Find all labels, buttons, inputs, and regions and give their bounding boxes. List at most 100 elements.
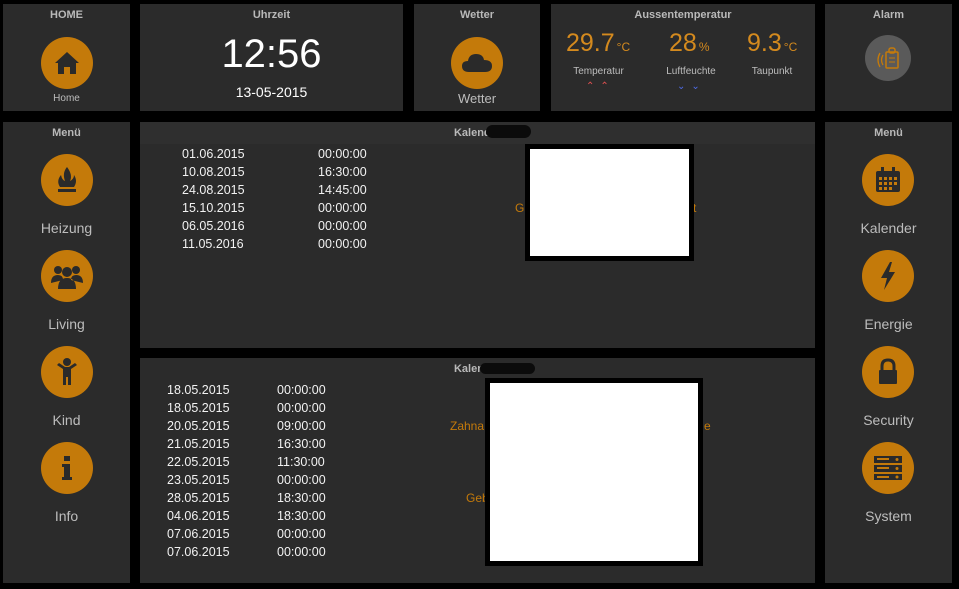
info-button[interactable] xyxy=(41,442,93,494)
humidity-unit: % xyxy=(698,40,710,54)
heizung-button[interactable] xyxy=(41,154,93,206)
child-icon xyxy=(57,358,77,385)
event-time: 00:00:00 xyxy=(318,219,367,233)
event-time: 14:45:00 xyxy=(318,183,367,197)
dewpoint-number: 9.3 xyxy=(747,29,782,57)
kalender-label: Kalender xyxy=(860,220,917,236)
kind-label: Kind xyxy=(52,412,81,428)
dewpoint-label: Taupunkt xyxy=(751,66,793,77)
weather-panel: Wetter Wetter xyxy=(414,4,540,111)
event-time: 18:30:00 xyxy=(277,509,326,523)
temperature-unit: °C xyxy=(616,40,631,54)
temperature-value: 29.7 °C xyxy=(566,29,630,58)
event-date: 28.05.2015 xyxy=(167,491,230,505)
right-menu-title: Menü xyxy=(874,127,903,139)
event-date: 07.06.2015 xyxy=(167,527,230,541)
event-time: 11:30:00 xyxy=(277,455,325,469)
left-menu-panel: Menü Heizung Living Kind Info xyxy=(3,122,130,583)
security-label: Security xyxy=(863,412,914,428)
calendar1-redaction-mark xyxy=(486,125,531,138)
calendar2-title: Kalender xyxy=(453,363,502,375)
temperature-trend-up-icon: ⌃⌃ xyxy=(586,81,615,92)
cloud-icon xyxy=(462,54,492,72)
humidity-label: Luftfeuchte xyxy=(666,66,716,77)
home-button[interactable] xyxy=(41,37,93,89)
home-label: Home xyxy=(53,93,80,104)
event-date: 04.06.2015 xyxy=(167,509,230,523)
info-label: Info xyxy=(54,508,79,524)
temperature-number: 29.7 xyxy=(566,29,615,57)
event-time: 00:00:00 xyxy=(277,527,326,541)
weather-label: Wetter xyxy=(457,91,497,106)
alarm-panel: Alarm xyxy=(825,4,952,111)
calendar2-redaction-mark xyxy=(480,363,535,374)
clock-panel: Uhrzeit 12:56 13-05-2015 xyxy=(140,4,403,111)
heizung-label: Heizung xyxy=(40,220,93,236)
security-button[interactable] xyxy=(862,346,914,398)
humidity-number: 28 xyxy=(669,29,697,57)
home-icon xyxy=(55,52,79,74)
event-date: 11.05.2016 xyxy=(182,237,244,251)
dewpoint-value: 9.3 °C xyxy=(747,29,797,58)
system-button[interactable] xyxy=(862,442,914,494)
event-date: 06.05.2016 xyxy=(182,219,245,233)
calendar1-redacted-area xyxy=(525,144,694,261)
event-date: 20.05.2015 xyxy=(167,419,230,433)
event-time: 00:00:00 xyxy=(318,147,367,161)
outdoor-temp-panel: Aussentemperatur 29.7 °C Temperatur ⌃⌃ 28… xyxy=(551,4,815,111)
event-date: 18.05.2015 xyxy=(167,401,230,415)
living-button[interactable] xyxy=(41,250,93,302)
home-title: HOME xyxy=(50,9,83,21)
clock-date: 13-05-2015 xyxy=(235,84,308,100)
event-time: 00:00:00 xyxy=(277,401,326,415)
event-date: 01.06.2015 xyxy=(182,147,245,161)
lightning-icon xyxy=(881,262,895,290)
lock-icon xyxy=(879,358,897,384)
clock-title: Uhrzeit xyxy=(252,9,291,21)
event-time: 00:00:00 xyxy=(318,237,367,251)
event-time: 00:00:00 xyxy=(277,383,326,397)
kalender-button[interactable] xyxy=(862,154,914,206)
event-date: 15.10.2015 xyxy=(182,201,245,215)
calendar2-partial-1: Zahna xyxy=(450,419,485,433)
home-panel: HOME Home xyxy=(3,4,130,111)
calendar2-redacted-area xyxy=(485,378,703,566)
event-date: 23.05.2015 xyxy=(167,473,230,487)
event-time: 09:00:00 xyxy=(277,419,326,433)
flame-icon xyxy=(58,167,76,192)
calendar1-panel: Kalender 01.06.2015 00:00:00 10.08.2015 16:… xyxy=(140,122,815,348)
energie-label: Energie xyxy=(864,316,913,332)
event-time: 16:30:00 xyxy=(318,165,367,179)
event-time: 00:00:00 xyxy=(318,201,367,215)
alarm-panel-icon xyxy=(877,47,899,69)
energie-button[interactable] xyxy=(862,250,914,302)
alarm-button[interactable] xyxy=(865,35,911,81)
calendar1-title: Kalender xyxy=(140,122,815,144)
event-time: 00:00:00 xyxy=(277,473,326,487)
right-menu-panel: Menü Kalender Energie Security System xyxy=(825,122,952,583)
event-date: 07.06.2015 xyxy=(167,545,230,559)
calendar2-panel: Kalender 18.05.2015 00:00:00 18.05.2015 00:… xyxy=(140,358,815,583)
calendar-icon xyxy=(876,167,900,192)
event-date: 22.05.2015 xyxy=(167,455,230,469)
clock-time: 12:56 xyxy=(221,32,322,76)
event-date: 18.05.2015 xyxy=(167,383,230,397)
outdoor-title: Aussentemperatur xyxy=(634,9,732,21)
server-icon xyxy=(874,456,902,480)
event-date: 10.08.2015 xyxy=(182,165,245,179)
weather-button[interactable] xyxy=(451,37,503,89)
event-date: 24.08.2015 xyxy=(182,183,245,197)
alarm-title: Alarm xyxy=(872,9,905,21)
weather-title: Wetter xyxy=(459,9,495,21)
event-time: 16:30:00 xyxy=(277,437,326,451)
calendar2-partial-2: e xyxy=(704,419,711,433)
people-icon xyxy=(51,266,83,289)
temperature-label: Temperatur xyxy=(573,66,624,77)
dewpoint-unit: °C xyxy=(783,40,798,54)
left-menu-title: Menü xyxy=(52,127,81,139)
system-label: System xyxy=(865,508,912,524)
calendar1-partial-left: G xyxy=(515,201,525,215)
kind-button[interactable] xyxy=(41,346,93,398)
humidity-trend-down-icon: ⌄⌄ xyxy=(677,81,706,92)
humidity-value: 28% xyxy=(669,29,709,58)
